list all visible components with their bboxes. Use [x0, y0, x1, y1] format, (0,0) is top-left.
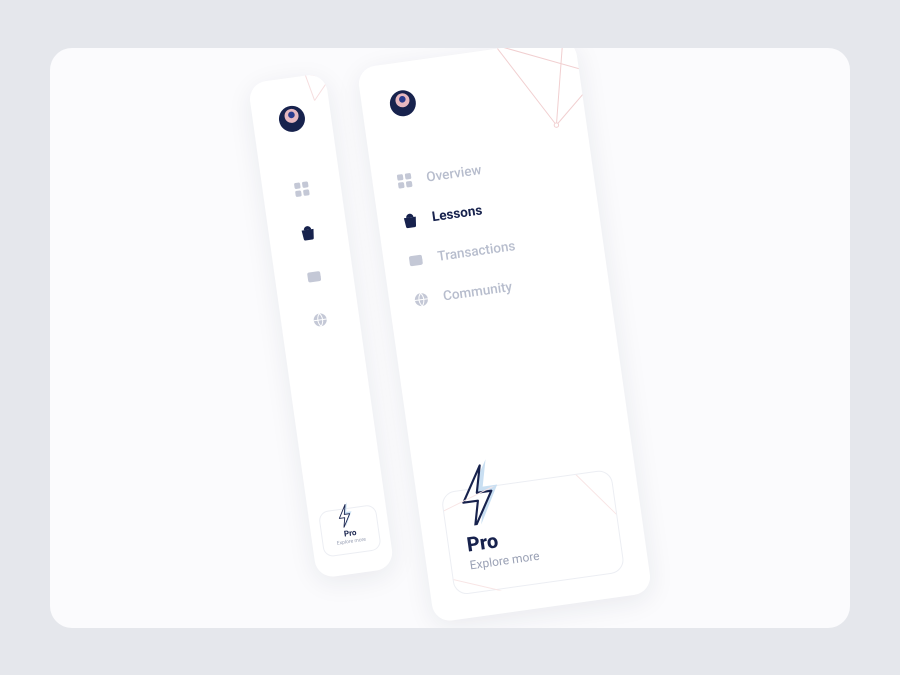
promo-card[interactable]: Pro Explore more: [318, 504, 382, 558]
wallet-icon: [305, 267, 323, 285]
nav-item-community[interactable]: Community: [412, 268, 585, 308]
nav-item-overview[interactable]: [293, 180, 311, 198]
nav-item-community[interactable]: [311, 310, 329, 328]
bag-icon: [401, 211, 419, 229]
nav-item-transactions[interactable]: Transactions: [407, 229, 580, 269]
grid-icon: [396, 171, 414, 189]
canvas: Pro Explore more: [50, 48, 850, 628]
lightning-icon: [335, 499, 360, 528]
app-logo: [275, 101, 309, 135]
nav-item-lessons[interactable]: Lessons: [401, 189, 574, 229]
nav-label-lessons: Lessons: [431, 202, 483, 225]
stage: Pro Explore more: [248, 48, 653, 628]
wallet-icon: [407, 250, 425, 268]
nav-item-overview[interactable]: Overview: [396, 150, 569, 190]
nav-label-overview: Overview: [425, 162, 482, 186]
sidebar-expanded: Overview Lessons Transactions: [357, 48, 653, 623]
nav-item-lessons[interactable]: [299, 223, 317, 241]
nav-list: Overview Lessons Transactions: [396, 150, 611, 493]
nav-list: [293, 180, 355, 509]
nav-label-transactions: Transactions: [436, 238, 516, 265]
globe-icon: [311, 310, 329, 328]
decorative-lines: [301, 72, 335, 105]
bag-icon: [299, 223, 317, 241]
decorative-lines: [474, 48, 619, 159]
lightning-icon: [452, 455, 518, 526]
nav-label-community: Community: [442, 278, 513, 304]
globe-icon: [412, 290, 430, 308]
app-logo: [386, 86, 420, 120]
promo-card[interactable]: Pro Explore more: [440, 468, 625, 595]
grid-icon: [293, 180, 311, 198]
nav-item-transactions[interactable]: [305, 267, 323, 285]
